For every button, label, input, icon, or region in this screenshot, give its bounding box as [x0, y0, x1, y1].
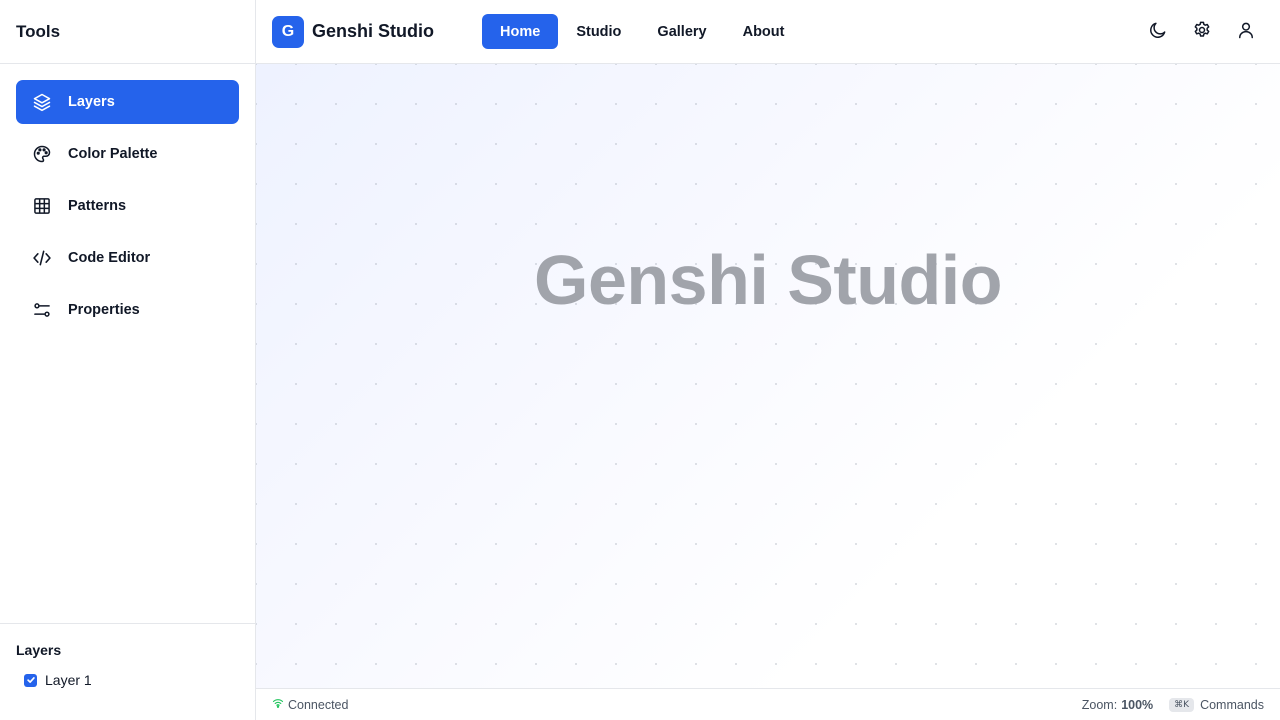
- brand-name: Genshi Studio: [312, 21, 435, 41]
- layer-visibility-checkbox[interactable]: [24, 673, 37, 687]
- commands-button[interactable]: Commands: [1200, 698, 1264, 712]
- sidebar-nav: Layers Color Palette Patterns Code Edito…: [0, 64, 255, 356]
- header-actions: [1132, 14, 1264, 50]
- tab-home[interactable]: Home: [482, 14, 559, 49]
- connection-status-text: Connected: [288, 697, 349, 712]
- sidebar-item-label: Patterns: [68, 198, 127, 214]
- moon-icon: [1148, 20, 1168, 45]
- command-shortcut-badge: ⌘K: [1169, 697, 1195, 712]
- status-bar: Connected Zoom: 100% ⌘K Commands: [256, 688, 1280, 720]
- layer-name: Layer 1: [45, 672, 92, 688]
- sidebar-item-code-editor[interactable]: Code Editor: [16, 236, 239, 280]
- sidebar-item-patterns[interactable]: Patterns: [16, 184, 239, 228]
- sidebar-item-label: Code Editor: [68, 250, 151, 266]
- sidebar-item-label: Layers: [68, 94, 115, 110]
- user-icon: [1236, 20, 1256, 45]
- canvas-area[interactable]: Genshi Studio: [256, 64, 1280, 688]
- grid-icon: [32, 196, 52, 216]
- tab-about[interactable]: About: [725, 14, 803, 49]
- canvas-title: Genshi Studio: [534, 241, 1002, 319]
- sidebar-item-properties[interactable]: Properties: [16, 288, 239, 332]
- tab-gallery[interactable]: Gallery: [639, 14, 724, 49]
- user-account-button[interactable]: [1228, 14, 1264, 50]
- theme-toggle-button[interactable]: [1140, 14, 1176, 50]
- layer-row: Layer 1: [16, 672, 239, 688]
- wifi-icon: [272, 697, 288, 712]
- sidebar-item-color-palette[interactable]: Color Palette: [16, 132, 239, 176]
- tab-studio[interactable]: Studio: [558, 14, 639, 49]
- sidebar-item-layers[interactable]: Layers: [16, 80, 239, 124]
- zoom-value[interactable]: 100%: [1121, 698, 1153, 712]
- connection-status: Connected: [272, 697, 348, 712]
- code-icon: [32, 248, 52, 268]
- top-header: G Genshi Studio Home Studio Gallery Abou…: [256, 0, 1280, 64]
- sidebar-item-label: Color Palette: [68, 146, 158, 162]
- zoom-label: Zoom:: [1081, 697, 1118, 712]
- sidebar-header: Tools: [0, 0, 255, 64]
- settings-button[interactable]: [1184, 14, 1220, 50]
- brand-logo: G: [272, 15, 304, 48]
- layers-panel-title: Layers: [16, 642, 62, 658]
- sidebar: Tools Layers Color Palette Patterns Code…: [0, 0, 256, 720]
- sidebar-title: Tools: [16, 21, 61, 41]
- sidebar-item-label: Properties: [68, 302, 140, 318]
- sliders-icon: [32, 300, 52, 320]
- brand[interactable]: G Genshi Studio: [272, 15, 435, 48]
- status-right: Zoom: 100% ⌘K Commands: [1081, 697, 1264, 712]
- palette-icon: [32, 144, 52, 164]
- gear-icon: [1192, 20, 1212, 45]
- top-nav: Home Studio Gallery About: [482, 14, 802, 49]
- layers-panel: Layers Layer 1: [0, 623, 255, 720]
- layers-icon: [32, 92, 52, 112]
